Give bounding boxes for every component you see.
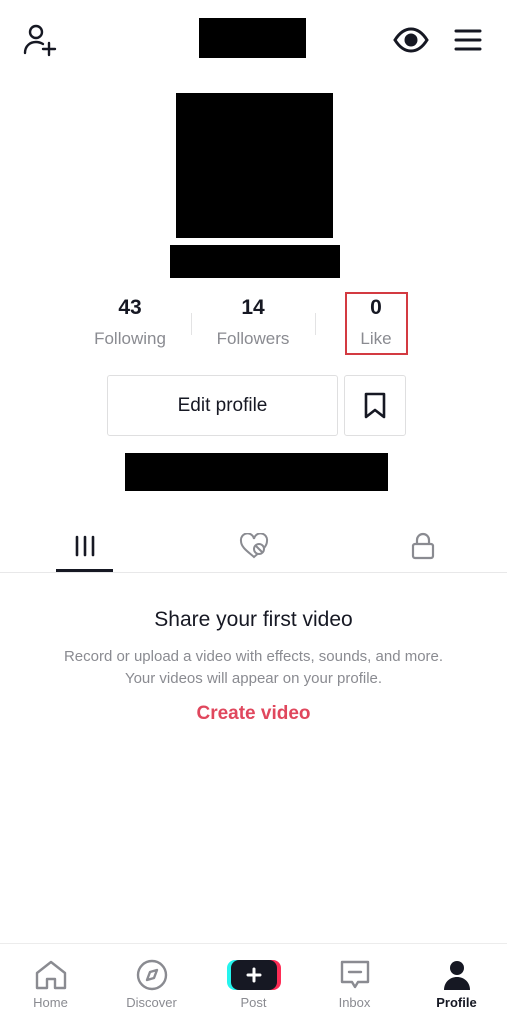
followers-count: 14 <box>241 296 265 319</box>
stat-following[interactable]: 43 Following <box>70 293 190 349</box>
bookmark-icon <box>364 392 386 418</box>
following-label: Following <box>94 329 166 348</box>
empty-state-description: Record or upload a video with effects, s… <box>63 648 444 687</box>
lock-icon <box>411 532 434 560</box>
top-bar <box>0 0 507 80</box>
grid-icon <box>75 535 94 557</box>
nav-post-label: Post <box>240 995 267 1010</box>
redacted-bio <box>125 453 388 491</box>
following-count: 43 <box>118 296 142 319</box>
stat-followers[interactable]: 14 Followers <box>193 293 313 349</box>
nav-discover-label: Discover <box>126 995 177 1010</box>
person-icon <box>443 961 470 990</box>
bookmark-button[interactable] <box>344 375 406 436</box>
post-button[interactable] <box>230 960 277 990</box>
bottom-nav: Home Discover Post Inbox Profile <box>0 943 507 1024</box>
tab-private[interactable] <box>338 520 507 572</box>
redacted-display-name <box>170 245 340 278</box>
redacted-username <box>199 18 306 58</box>
nav-discover[interactable]: Discover <box>101 944 202 1024</box>
empty-state-title: Share your first video <box>154 608 353 631</box>
content-tabs <box>0 520 507 573</box>
nav-profile[interactable]: Profile <box>406 944 507 1024</box>
plus-icon <box>246 967 261 983</box>
stat-divider <box>191 313 192 335</box>
nav-post[interactable]: Post <box>203 944 304 1024</box>
nav-inbox[interactable]: Inbox <box>304 944 405 1024</box>
profile-stats: 43 Following 14 Followers 0 Like <box>0 293 507 355</box>
menu-icon[interactable] <box>448 20 488 60</box>
empty-state: Share your first video Record or upload … <box>0 600 507 725</box>
nav-home[interactable]: Home <box>0 944 101 1024</box>
followers-label: Followers <box>216 329 290 348</box>
nav-profile-label: Profile <box>436 995 477 1010</box>
tab-videos[interactable] <box>0 520 169 572</box>
nav-inbox-label: Inbox <box>338 995 371 1010</box>
avatar[interactable] <box>176 93 333 238</box>
hidden-heart-icon <box>239 533 268 559</box>
create-video-link[interactable]: Create video <box>196 703 310 725</box>
nav-home-label: Home <box>33 995 68 1010</box>
tab-liked[interactable] <box>169 520 338 572</box>
active-tab-indicator <box>56 569 113 572</box>
add-user-icon[interactable] <box>20 20 60 60</box>
eye-icon[interactable] <box>391 20 431 60</box>
inbox-icon <box>340 960 369 989</box>
likes-highlight-box <box>345 292 408 355</box>
edit-profile-button[interactable]: Edit profile <box>107 375 338 436</box>
compass-icon <box>136 959 167 991</box>
home-icon <box>35 960 66 990</box>
